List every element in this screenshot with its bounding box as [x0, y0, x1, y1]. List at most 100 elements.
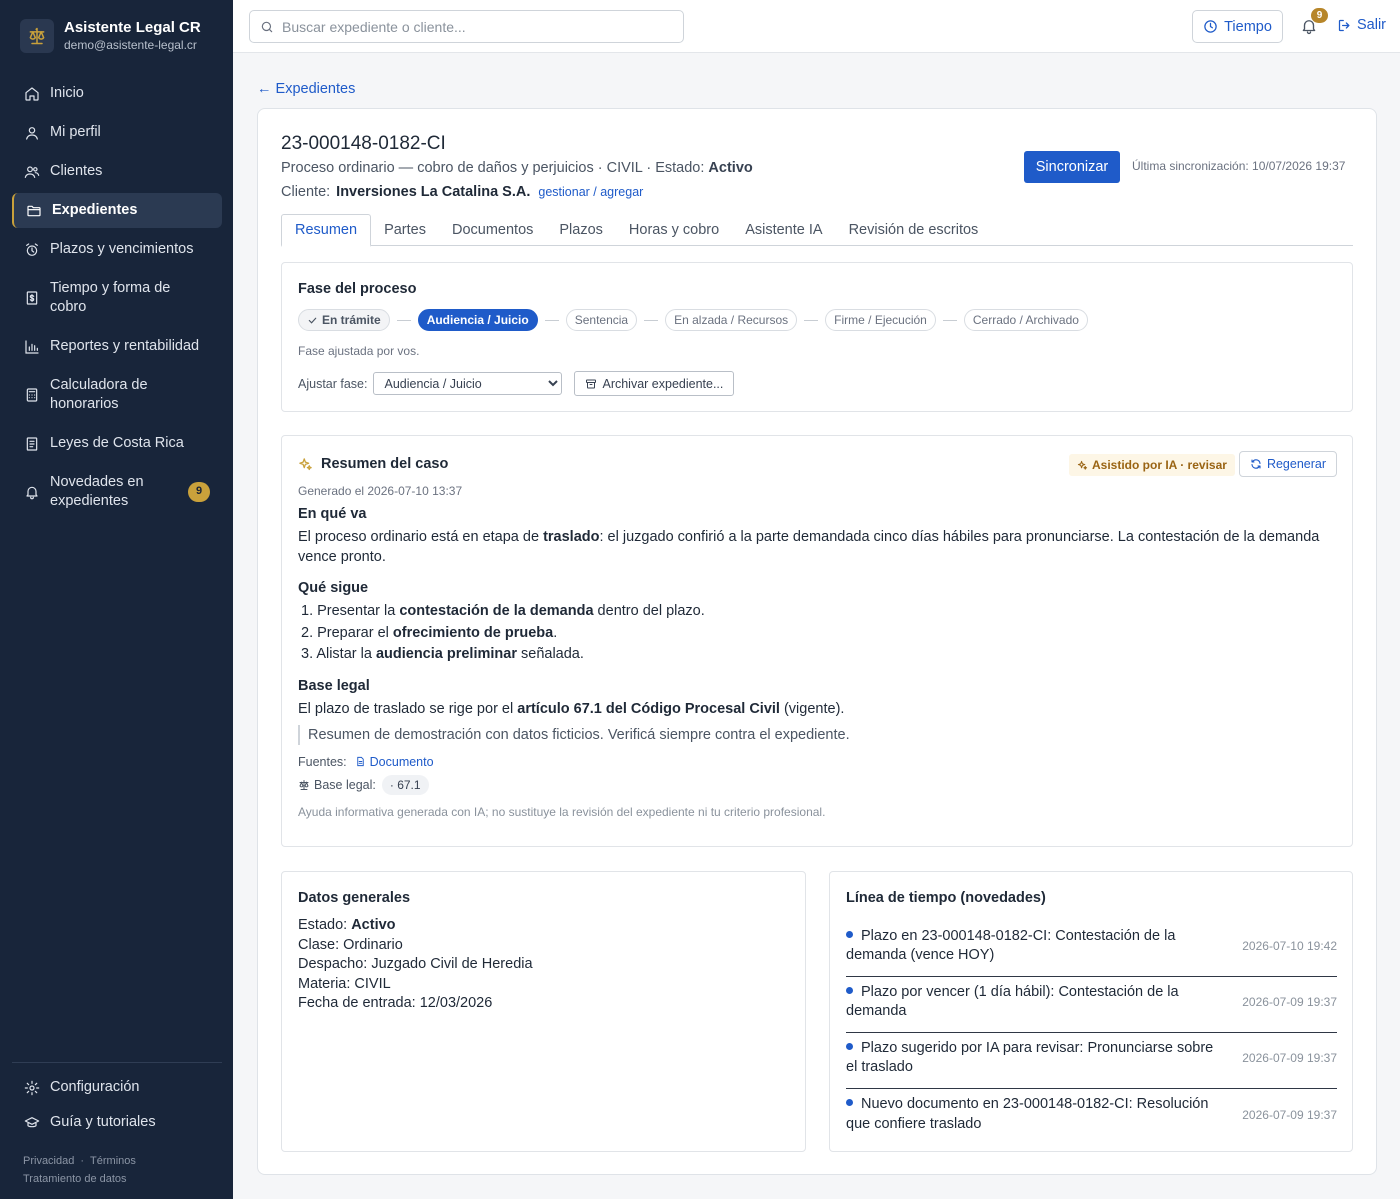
timeline-item-text: Plazo en 23-000148-0182-CI: Contestación… — [846, 927, 1226, 966]
sidebar-item-mi-perfil[interactable]: Mi perfil — [12, 115, 222, 150]
article-chip[interactable]: · 67.1 — [381, 774, 429, 795]
tab-partes[interactable]: Partes — [371, 214, 439, 246]
check-icon — [308, 317, 317, 324]
generated-date: Generado el 2026-07-10 13:37 — [298, 484, 463, 498]
section-text-base-legal: El plazo de traslado se rige por el artí… — [298, 699, 1328, 719]
sidebar-item-calculadora[interactable]: Calculadora de honorarios — [12, 368, 222, 422]
source-document-link[interactable]: Documento — [355, 755, 434, 769]
resumen-title: Resumen del caso — [321, 456, 449, 472]
timeline-item-text: Plazo sugerido por IA para revisar: Pron… — [846, 1039, 1226, 1078]
terms-link[interactable]: Términos — [90, 1155, 136, 1167]
step-label: En trámite — [322, 313, 381, 327]
sidebar-item-configuracion[interactable]: Configuración — [12, 1071, 222, 1104]
sidebar-item-label: Guía y tutoriales — [50, 1113, 156, 1130]
client-manage-link[interactable]: gestionar / agregar — [538, 185, 643, 199]
dato-despacho: Despacho: Juzgado Civil de Heredia — [298, 956, 533, 972]
privacy-link[interactable]: Privacidad — [23, 1155, 74, 1167]
search-icon — [261, 21, 273, 32]
tab-revision-escritos[interactable]: Revisión de escritos — [836, 214, 992, 246]
sidebar-item-tiempo-cobro[interactable]: Tiempo y forma de cobro — [12, 271, 222, 325]
user-icon — [26, 126, 38, 140]
text-run-bold: artículo 67.1 del Código Procesal Civil — [517, 700, 780, 717]
dato-value: Activo — [351, 917, 396, 933]
timeline-item[interactable]: Plazo por vencer (1 día hábil): Contesta… — [846, 977, 1337, 1033]
step-en-tramite: En trámite — [298, 309, 390, 331]
tab-horas-cobro[interactable]: Horas y cobro — [616, 214, 732, 246]
sidebar-item-guia[interactable]: Guía y tutoriales — [12, 1106, 222, 1139]
step-separator — [544, 319, 559, 321]
regenerate-button[interactable]: Regenerar — [1239, 451, 1337, 477]
brand-name: Asistente Legal CR — [64, 19, 201, 36]
sidebar-bottom: Configuración Guía y tutoriales — [12, 1062, 222, 1141]
tab-resumen[interactable]: Resumen — [281, 214, 372, 247]
timeline-item[interactable]: Nuevo documento en 23-000148-0182-CI: Re… — [846, 1089, 1337, 1145]
dato-clase: Clase: Ordinario — [298, 936, 403, 953]
fase-adjust: Ajustar fase: Audiencia / Juicio Archiva… — [298, 371, 735, 396]
text-run: 1. Presentar la — [301, 603, 400, 619]
back-to-expedientes-link[interactable]: ← Expedientes — [257, 81, 355, 97]
timeline-item-date: 2026-07-09 19:37 — [1242, 1051, 1337, 1065]
case-card: 23-000148-0182-CI Proceso ordinario — co… — [257, 108, 1377, 1175]
alarm-icon — [26, 242, 38, 256]
archive-button[interactable]: Archivar expediente... — [574, 371, 735, 396]
regenerate-label: Regenerar — [1266, 457, 1327, 471]
sidebar-item-reportes[interactable]: Reportes y rentabilidad — [12, 329, 222, 364]
bullet-dot — [846, 1042, 853, 1050]
sidebar-item-novedades[interactable]: Novedades en expedientes 9 — [12, 465, 222, 519]
sidebar-item-clientes[interactable]: Clientes — [12, 154, 222, 189]
sparkles-icon — [1077, 460, 1088, 470]
text-run: El proceso ordinario está en etapa de — [298, 529, 544, 545]
timeline-item[interactable]: Plazo sugerido por IA para revisar: Pron… — [846, 1033, 1337, 1089]
data-treatment-link[interactable]: Tratamiento de datos — [23, 1173, 127, 1185]
sources-label: Fuentes: — [298, 754, 347, 769]
client-name: Inversiones La Catalina S.A. — [336, 184, 531, 200]
sync-button[interactable]: Sincronizar — [1024, 151, 1120, 183]
text-run-bold: traslado — [543, 529, 600, 545]
sidebar-item-leyes[interactable]: Leyes de Costa Rica — [12, 426, 222, 461]
tab-asistente-ia[interactable]: Asistente IA — [732, 214, 835, 246]
resumen-body: Generado el 2026-07-10 13:37 En qué va E… — [298, 484, 1328, 819]
last-sync-time: Última sincronización: 10/07/2026 19:37 — [1132, 159, 1346, 173]
topbar: Tiempo 9 Salir — [233, 0, 1400, 53]
notifications-badge: 9 — [1311, 8, 1328, 23]
search-input[interactable] — [282, 18, 672, 35]
timeline-item-date: 2026-07-09 19:37 — [1242, 995, 1337, 1009]
timeline-item[interactable]: Plazo en 23-000148-0182-CI: Contestación… — [846, 921, 1337, 977]
timeline-text: Plazo por vencer (1 día hábil): Contesta… — [846, 983, 1179, 1020]
case-status: Activo — [708, 160, 753, 176]
step-en-alzada: En alzada / Recursos — [665, 309, 798, 331]
text-run: El plazo de traslado se rige por el — [298, 700, 518, 717]
folder-icon — [27, 205, 41, 216]
refresh-icon — [1251, 459, 1261, 469]
scales-icon — [20, 18, 54, 53]
receipt-icon — [26, 291, 38, 305]
tab-plazos[interactable]: Plazos — [546, 214, 616, 246]
scales-icon — [299, 779, 309, 790]
sidebar-item-plazos[interactable]: Plazos y vencimientos — [12, 232, 222, 267]
fase-select[interactable]: Audiencia / Juicio — [373, 372, 563, 395]
datos-list: Estado: Activo Clase: Ordinario Despacho… — [298, 916, 533, 1014]
calculator-icon — [26, 388, 38, 402]
sidebar-item-inicio[interactable]: Inicio — [12, 76, 222, 111]
text-run-bold: ofrecimiento de prueba — [392, 624, 554, 641]
text-run: señalada. — [516, 646, 584, 662]
ia-badge-label: Asistido por IA · revisar — [1092, 458, 1227, 472]
tab-documentos[interactable]: Documentos — [439, 214, 546, 246]
sidebar-item-label: Mi perfil — [50, 123, 101, 140]
case-tabs: Resumen Partes Documentos Plazos Horas y… — [281, 214, 1353, 247]
text-run-bold: audiencia preliminar — [375, 646, 517, 662]
text-run: dentro del plazo. — [593, 603, 705, 619]
bar-chart-icon — [25, 339, 39, 354]
archive-icon — [586, 379, 597, 388]
search-box[interactable] — [249, 10, 684, 43]
dato-estado: Estado: Activo — [298, 916, 533, 936]
fase-steps: En trámite Audiencia / Juicio Sentencia … — [298, 309, 1088, 331]
sidebar-item-label: Inicio — [50, 84, 84, 101]
book-icon — [26, 436, 38, 451]
tiempo-button[interactable]: Tiempo — [1192, 10, 1283, 43]
logout-button[interactable]: Salir — [1337, 17, 1386, 33]
brand[interactable]: Asistente Legal CR demo@asistente-legal.… — [20, 18, 201, 53]
resumen-panel: Resumen del caso Asistido por IA · revis… — [281, 435, 1353, 847]
case-description-text: Proceso ordinario — cobro de daños y per… — [281, 160, 709, 176]
sidebar-item-expedientes[interactable]: Expedientes — [12, 193, 222, 228]
